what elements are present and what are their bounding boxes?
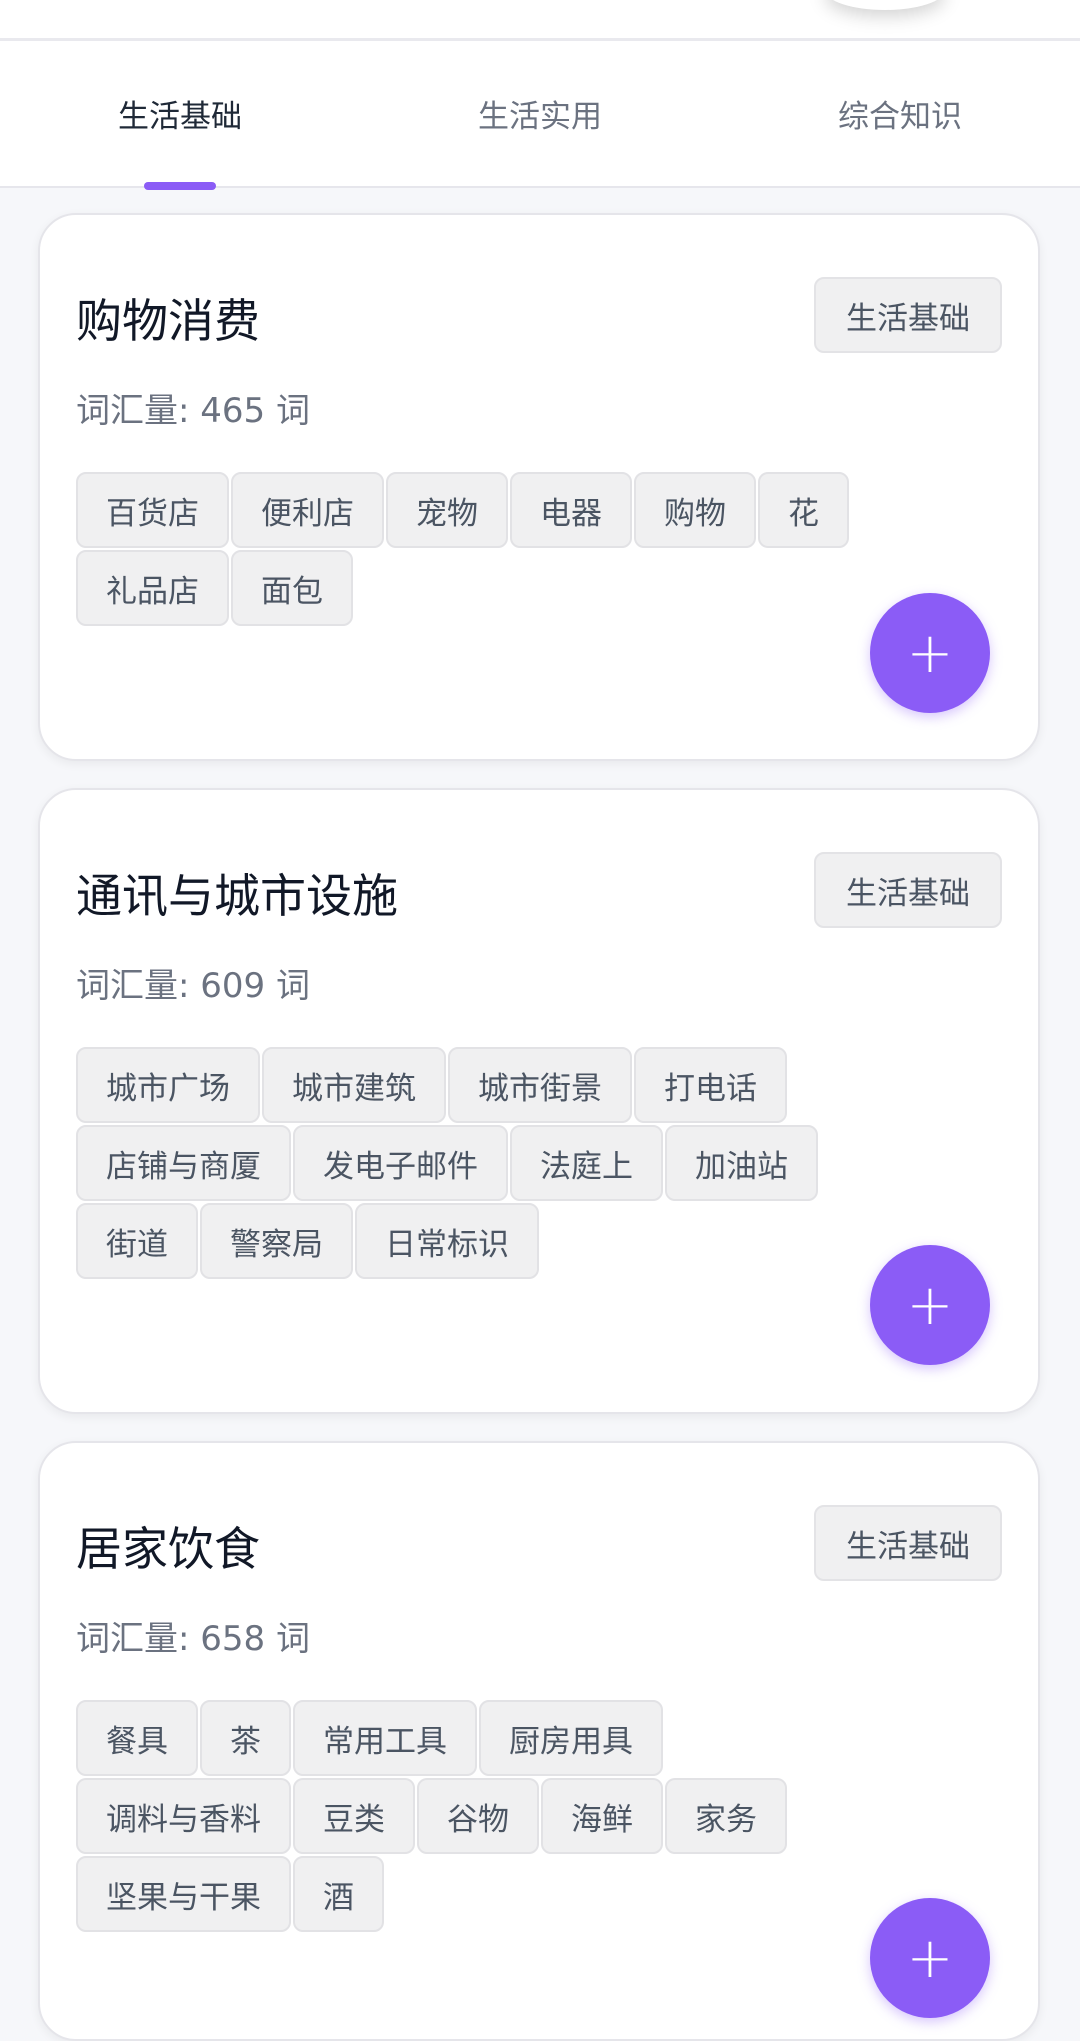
topic-card-communication[interactable]: 通讯与城市设施 生活基础 词汇量: 609 词 城市广场 城市建筑 城市街景 打… <box>38 788 1040 1414</box>
tag-chip[interactable]: 谷物 <box>417 1778 539 1854</box>
tag-chip[interactable]: 茶 <box>200 1700 291 1776</box>
topic-card-home-food[interactable]: 居家饮食 生活基础 词汇量: 658 词 餐具 茶 常用工具 厨房用具 调料与香… <box>38 1441 1040 2041</box>
tag-chip[interactable]: 宠物 <box>386 472 508 548</box>
tab-label: 综合知识 <box>838 99 962 135</box>
tag-chip[interactable]: 豆类 <box>293 1778 415 1854</box>
tag-chip[interactable]: 城市街景 <box>448 1047 632 1123</box>
tab-label: 生活实用 <box>478 99 602 135</box>
tag-chip[interactable]: 常用工具 <box>293 1700 477 1776</box>
active-tab-indicator <box>144 182 216 190</box>
tag-chip[interactable]: 城市建筑 <box>262 1047 446 1123</box>
subtopic-tags: 城市广场 城市建筑 城市街景 打电话 店铺与商厦 发电子邮件 法庭上 加油站 街… <box>76 1047 876 1279</box>
top-bar <box>0 0 1080 41</box>
plus-icon: + <box>906 620 954 686</box>
tag-chip[interactable]: 发电子邮件 <box>293 1125 508 1201</box>
tag-chip[interactable]: 百货店 <box>76 472 229 548</box>
tag-chip[interactable]: 家务 <box>665 1778 787 1854</box>
tag-chip[interactable]: 店铺与商厦 <box>76 1125 291 1201</box>
tag-chip[interactable]: 礼品店 <box>76 550 229 626</box>
tag-chip[interactable]: 加油站 <box>665 1125 818 1201</box>
category-badge: 生活基础 <box>814 852 1002 928</box>
topic-card-shopping[interactable]: 购物消费 生活基础 词汇量: 465 词 百货店 便利店 宠物 电器 购物 花 … <box>38 213 1040 761</box>
word-count: 词汇量: 658 词 <box>76 1619 310 1659</box>
tag-chip[interactable]: 电器 <box>510 472 632 548</box>
tag-chip[interactable]: 城市广场 <box>76 1047 260 1123</box>
card-title: 通讯与城市设施 <box>76 869 398 923</box>
tag-chip[interactable]: 海鲜 <box>541 1778 663 1854</box>
tab-general-knowledge[interactable]: 综合知识 <box>720 41 1080 186</box>
card-title: 购物消费 <box>76 294 260 348</box>
top-floating-button[interactable] <box>825 0 945 10</box>
tag-chip[interactable]: 酒 <box>293 1856 384 1932</box>
card-title: 居家饮食 <box>76 1522 260 1576</box>
word-count: 词汇量: 465 词 <box>76 391 310 431</box>
category-badge: 生活基础 <box>814 1505 1002 1581</box>
tag-chip[interactable]: 购物 <box>634 472 756 548</box>
tag-chip[interactable]: 餐具 <box>76 1700 198 1776</box>
plus-icon: + <box>906 1925 954 1991</box>
word-count: 词汇量: 609 词 <box>76 966 310 1006</box>
tag-chip[interactable]: 厨房用具 <box>479 1700 663 1776</box>
subtopic-tags: 百货店 便利店 宠物 电器 购物 花 礼品店 面包 <box>76 472 876 626</box>
add-button[interactable]: + <box>870 593 990 713</box>
tag-chip[interactable]: 街道 <box>76 1203 198 1279</box>
tag-chip[interactable]: 日常标识 <box>355 1203 539 1279</box>
category-tabs: 生活基础 生活实用 综合知识 <box>0 41 1080 190</box>
tag-chip[interactable]: 坚果与干果 <box>76 1856 291 1932</box>
tag-chip[interactable]: 花 <box>758 472 849 548</box>
tag-chip[interactable]: 调料与香料 <box>76 1778 291 1854</box>
tag-chip[interactable]: 警察局 <box>200 1203 353 1279</box>
tag-chip[interactable]: 便利店 <box>231 472 384 548</box>
tab-label: 生活基础 <box>118 99 242 135</box>
category-badge: 生活基础 <box>814 277 1002 353</box>
tab-life-practical[interactable]: 生活实用 <box>360 41 720 186</box>
tag-chip[interactable]: 法庭上 <box>510 1125 663 1201</box>
add-button[interactable]: + <box>870 1898 990 2018</box>
tab-life-basics[interactable]: 生活基础 <box>0 41 360 190</box>
tag-chip[interactable]: 面包 <box>231 550 353 626</box>
plus-icon: + <box>906 1272 954 1338</box>
add-button[interactable]: + <box>870 1245 990 1365</box>
subtopic-tags: 餐具 茶 常用工具 厨房用具 调料与香料 豆类 谷物 海鲜 家务 坚果与干果 酒 <box>76 1700 876 1932</box>
tag-chip[interactable]: 打电话 <box>634 1047 787 1123</box>
